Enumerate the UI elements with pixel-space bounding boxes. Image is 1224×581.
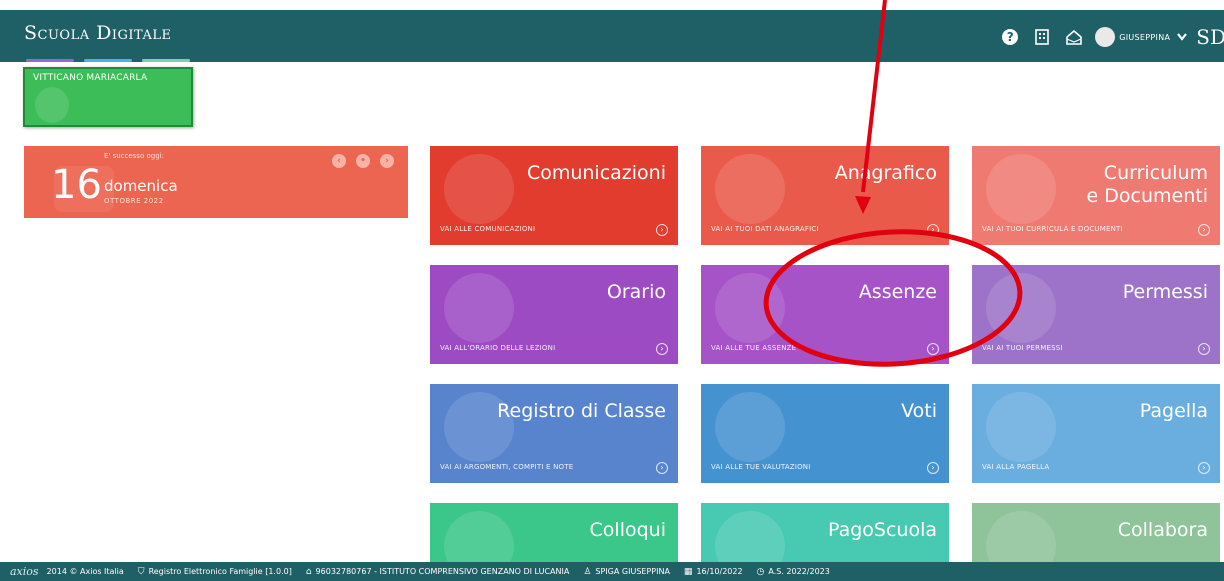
- header-toolbar: ? GIUSEPPINA SD: [999, 24, 1224, 50]
- user-avatar[interactable]: [1095, 27, 1116, 47]
- stethoscope-icon: [715, 273, 785, 343]
- tile-link[interactable]: VAI ALLE TUE VALUTAZIONI: [711, 463, 811, 471]
- tile-link[interactable]: VAI AI TUOI DATI ANAGRAFICI: [711, 225, 819, 233]
- tile-permessi[interactable]: Permessi VAI AI TUOI PERMESSI ›: [972, 265, 1220, 364]
- arrow-right-icon[interactable]: ›: [1198, 343, 1210, 355]
- tile-link[interactable]: VAI ALLE TUE ASSENZE: [711, 344, 796, 352]
- tile-title-line1: Curriculum: [1103, 162, 1208, 184]
- user-icon: [715, 154, 785, 224]
- arrow-right-icon[interactable]: ›: [927, 343, 939, 355]
- tile-title: Assenze: [858, 281, 937, 303]
- tile-title: Comunicazioni: [526, 162, 666, 184]
- tile-link[interactable]: VAI AI ARGOMENTI, COMPITI E NOTE: [440, 463, 573, 471]
- document-icon: [986, 154, 1056, 224]
- footer-school: ⌂ 96032780767 - ISTITUTO COMPRENSIVO GENZ…: [306, 567, 570, 577]
- building-icon[interactable]: [1031, 26, 1053, 48]
- student-avatar-icon: [35, 87, 69, 123]
- student-name: VITTICANO MARIACARLA: [33, 73, 148, 83]
- tile-link[interactable]: VAI AI TUOI CURRICULA E DOCUMENTI: [982, 225, 1123, 233]
- footer-user: ♙ SPIGA GIUSEPPINA: [583, 567, 670, 577]
- footer-bar: axios 2014 © Axios Italia ⛉ Registro Elet…: [0, 562, 1224, 581]
- tile-comunicazioni[interactable]: Comunicazioni VAI ALLE COMUNICAZIONI ›: [430, 146, 678, 245]
- brand-underline: [26, 47, 206, 62]
- user-name[interactable]: GIUSEPPINA: [1119, 33, 1170, 42]
- brand-title[interactable]: Scuola Digitale: [24, 22, 172, 44]
- grades-icon: [715, 392, 785, 462]
- tile-pagella[interactable]: Pagella VAI ALLA PAGELLA ›: [972, 384, 1220, 483]
- tile-title: Voti: [901, 400, 937, 422]
- footer-year-text: A.S. 2022/2023: [768, 567, 830, 576]
- home-icon[interactable]: [1063, 26, 1085, 48]
- top-bar: Scuola Digitale ? GIUSEPPINA SD: [0, 10, 1224, 62]
- next-day-icon[interactable]: ›: [380, 154, 394, 168]
- tile-assenze[interactable]: Assenze VAI ALLE TUE ASSENZE ›: [701, 265, 949, 364]
- tile-anagrafico[interactable]: Anagrafico VAI AI TUOI DATI ANAGRAFICI ›: [701, 146, 949, 245]
- today-icon[interactable]: •: [356, 154, 370, 168]
- footer-school-text: 96032780767 - ISTITUTO COMPRENSIVO GENZA…: [315, 567, 570, 576]
- tile-registro-di-classe[interactable]: Registro di Classe VAI AI ARGOMENTI, COM…: [430, 384, 678, 483]
- tile-title: PagoScuola: [827, 519, 937, 541]
- person-icon: ♙: [583, 566, 592, 577]
- footer-user-text: SPIGA GIUSEPPINA: [595, 567, 670, 576]
- arrow-right-icon[interactable]: ›: [927, 462, 939, 474]
- footer-copyright-text: 2014 © Axios Italia: [46, 567, 124, 576]
- tile-curriculum[interactable]: Curriculum e Documenti VAI AI TUOI CURRIC…: [972, 146, 1220, 245]
- footer-year: ◷ A.S. 2022/2023: [757, 567, 830, 577]
- clock-icon: [444, 273, 514, 343]
- arrow-right-icon[interactable]: ›: [927, 224, 939, 236]
- clock-small-icon: ◷: [756, 566, 765, 577]
- calendar-subtitle: E' successo oggi:: [104, 152, 164, 160]
- calendar-day: 16: [51, 162, 102, 208]
- calendar-month: OTTOBRE 2022: [104, 197, 164, 205]
- tile-link[interactable]: VAI AI TUOI PERMESSI: [982, 344, 1063, 352]
- arrow-right-icon[interactable]: ›: [656, 343, 668, 355]
- tile-orario[interactable]: Orario VAI ALL'ORARIO DELLE LEZIONI ›: [430, 265, 678, 364]
- arrow-right-icon[interactable]: ›: [1198, 462, 1210, 474]
- tile-link[interactable]: VAI ALL'ORARIO DELLE LEZIONI: [440, 344, 555, 352]
- building-small-icon: ⌂: [305, 566, 312, 577]
- calendar-card: E' successo oggi: 16 domenica OTTOBRE 20…: [24, 146, 408, 218]
- axios-logo: axios: [10, 565, 39, 578]
- tile-title: Orario: [606, 281, 666, 303]
- app-root: Scuola Digitale ? GIUSEPPINA SD VITTICAN…: [0, 0, 1224, 581]
- tile-title: Pagella: [1139, 400, 1208, 422]
- footer-app-text: Registro Elettronico Famiglie [1.0.0]: [148, 567, 292, 576]
- chevron-down-icon[interactable]: [1176, 26, 1188, 48]
- footer-date-text: 16/10/2022: [696, 567, 743, 576]
- sd-logo: SD: [1196, 25, 1224, 49]
- footer-app: ⛉ Registro Elettronico Famiglie [1.0.0]: [138, 567, 292, 577]
- tile-title: Curriculum e Documenti: [1087, 162, 1208, 208]
- tile-title: Anagrafico: [834, 162, 937, 184]
- tile-title: Colloqui: [589, 519, 666, 541]
- tile-link[interactable]: VAI ALLA PAGELLA: [982, 463, 1049, 471]
- calendar-controls: ‹ • ›: [322, 154, 394, 168]
- help-icon[interactable]: ?: [999, 26, 1021, 48]
- calendar-weekday: domenica: [104, 177, 178, 195]
- tile-link[interactable]: VAI ALLE COMUNICAZIONI: [440, 225, 535, 233]
- tile-title-line2: e Documenti: [1086, 185, 1208, 207]
- arrow-right-icon[interactable]: ›: [656, 462, 668, 474]
- calendar-icon: ▦: [683, 566, 693, 577]
- permission-icon: [986, 273, 1056, 343]
- tile-title: Permessi: [1122, 281, 1208, 303]
- arrow-right-icon[interactable]: ›: [656, 224, 668, 236]
- previous-day-icon[interactable]: ‹: [332, 154, 346, 168]
- shield-icon: ⛉: [137, 566, 145, 577]
- student-selector[interactable]: VITTICANO MARIACARLA: [23, 67, 193, 127]
- footer-date: ▦ 16/10/2022: [684, 567, 743, 577]
- tile-title: Collabora: [1117, 519, 1208, 541]
- arrow-right-icon[interactable]: ›: [1198, 224, 1210, 236]
- report-card-icon: [986, 392, 1056, 462]
- megaphone-icon: [444, 154, 514, 224]
- footer-copyright: 2014 © Axios Italia: [47, 567, 124, 576]
- tile-title: Registro di Classe: [497, 400, 666, 422]
- tile-voti[interactable]: Voti VAI ALLE TUE VALUTAZIONI ›: [701, 384, 949, 483]
